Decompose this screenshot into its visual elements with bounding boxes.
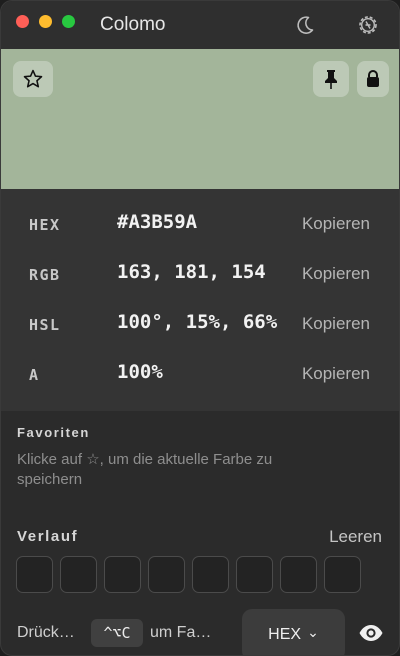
hsl-row: HSL 100°, 15%, 66% Kopieren bbox=[1, 300, 399, 350]
copy-hsl-button[interactable]: Kopieren bbox=[302, 314, 370, 334]
format-select[interactable]: HEX ⌄ bbox=[242, 609, 345, 655]
hex-label: HEX bbox=[29, 216, 61, 234]
history-swatch[interactable] bbox=[16, 556, 53, 593]
hex-row: HEX #A3B59A Kopieren bbox=[1, 200, 399, 250]
lock-icon bbox=[367, 70, 379, 87]
shortcut-key: ^⌥C bbox=[91, 619, 143, 647]
copy-rgb-button[interactable]: Kopieren bbox=[302, 264, 370, 284]
pin-icon bbox=[325, 70, 337, 89]
moon-icon[interactable] bbox=[293, 13, 317, 37]
hex-value[interactable]: #A3B59A bbox=[117, 211, 281, 233]
copy-alpha-button[interactable]: Kopieren bbox=[302, 364, 370, 384]
close-window-button[interactable] bbox=[16, 15, 29, 28]
hsl-label: HSL bbox=[29, 316, 61, 334]
history-swatch[interactable] bbox=[148, 556, 185, 593]
gear-icon[interactable] bbox=[356, 13, 380, 37]
history-swatch[interactable] bbox=[324, 556, 361, 593]
minimize-window-button[interactable] bbox=[39, 15, 52, 28]
rgb-value[interactable]: 163, 181, 154 bbox=[117, 261, 281, 283]
pin-button[interactable] bbox=[313, 61, 349, 97]
history-swatch[interactable] bbox=[192, 556, 229, 593]
alpha-value[interactable]: 100% bbox=[117, 361, 281, 383]
hsl-value[interactable]: 100°, 15%, 66% bbox=[117, 311, 281, 333]
app-window: Colomo HEX #A3B59A Kopieren RGB 163, 181… bbox=[0, 0, 400, 656]
alpha-label: A bbox=[29, 366, 40, 384]
copy-hex-button[interactable]: Kopieren bbox=[302, 214, 370, 234]
maximize-window-button[interactable] bbox=[62, 15, 75, 28]
favorites-hint: Klicke auf ☆, um die aktuelle Farbe zu s… bbox=[17, 451, 273, 488]
history-swatch[interactable] bbox=[104, 556, 141, 593]
alpha-row: A 100% Kopieren bbox=[1, 350, 399, 400]
clear-history-button[interactable]: Leeren bbox=[329, 527, 382, 547]
history-swatch[interactable] bbox=[60, 556, 97, 593]
history-swatches bbox=[16, 556, 361, 594]
format-label: HEX bbox=[268, 626, 302, 643]
shortcut-hint-suffix: um Fa… bbox=[150, 624, 212, 641]
history-heading: Verlauf bbox=[17, 528, 79, 545]
title-bar: Colomo bbox=[1, 1, 399, 49]
history-swatch[interactable] bbox=[236, 556, 273, 593]
eye-icon[interactable] bbox=[358, 622, 384, 644]
rgb-row: RGB 163, 181, 154 Kopieren bbox=[1, 250, 399, 300]
app-title: Colomo bbox=[100, 14, 166, 35]
shortcut-hint-prefix: Drück… bbox=[17, 624, 75, 641]
favorite-button[interactable] bbox=[13, 61, 53, 97]
favorites-heading: Favoriten bbox=[17, 425, 90, 440]
rgb-label: RGB bbox=[29, 266, 61, 284]
color-values-panel: HEX #A3B59A Kopieren RGB 163, 181, 154 K… bbox=[1, 189, 399, 411]
star-icon bbox=[23, 69, 43, 88]
lock-button[interactable] bbox=[357, 61, 389, 97]
history-swatch[interactable] bbox=[280, 556, 317, 593]
chevron-down-icon: ⌄ bbox=[307, 623, 319, 640]
color-preview[interactable] bbox=[1, 49, 399, 189]
